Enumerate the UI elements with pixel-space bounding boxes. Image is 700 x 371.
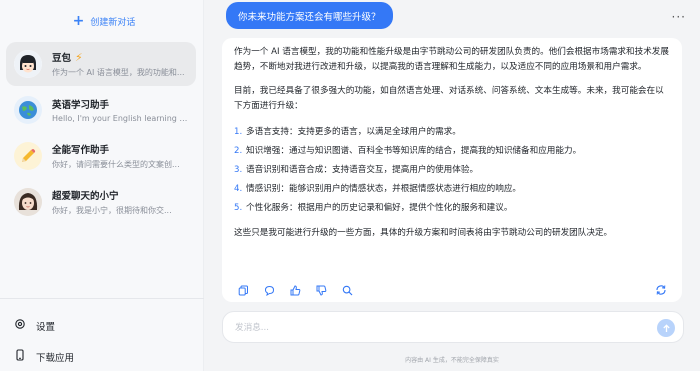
settings-button[interactable]: 设置	[14, 318, 55, 333]
sidebar-item-subtitle: 你好，请问需要什么类型的文案创...	[52, 160, 180, 169]
comment-icon[interactable]	[260, 281, 278, 299]
pencil-icon	[14, 142, 42, 170]
chat-panel: 你未来功能方案还会有哪些升级？ ··· 作为一个 AI 语言模型，我的功能和性能…	[204, 0, 700, 371]
list-number: 2.	[234, 146, 243, 156]
send-button[interactable]	[657, 319, 675, 337]
list-number: 5.	[234, 203, 243, 213]
assistant-answer: 作为一个 AI 语言模型，我的功能和性能升级是由字节跳动公司的研发团队负责的。他…	[222, 38, 682, 302]
thumbs-up-icon[interactable]	[286, 281, 304, 299]
list-item: 3. 语音识别和语音合成：支持语音交互，提高用户的使用体验。	[234, 161, 670, 180]
lightning-icon: ⚡	[75, 50, 83, 64]
copy-icon[interactable]	[234, 281, 252, 299]
sidebar-item-title: 豆包	[52, 53, 72, 64]
thumbs-down-icon[interactable]	[312, 281, 330, 299]
sidebar-item-english-assistant[interactable]: 英语学习助手 Hello, I'm your English learning …	[6, 88, 196, 132]
sidebar-item-doubao[interactable]: 豆包 ⚡ 作为一个 AI 语言模型，我的功能和...	[6, 42, 196, 86]
list-item: 1. 多语言支持：支持更多的语言，以满足全球用户的需求。	[234, 123, 670, 142]
list-text: 情感识别：能够识别用户的情感状态，并根据情感状态进行相应的响应。	[246, 184, 522, 194]
sidebar-item-title: 英语学习助手	[52, 100, 110, 111]
new-chat-button[interactable]: + 创建新对话	[12, 6, 196, 36]
list-item: 4. 情感识别：能够识别用户的情感状态，并根据情感状态进行相应的响应。	[234, 180, 670, 199]
sidebar-item-title: 超爱聊天的小宁	[52, 191, 119, 202]
doubao-avatar	[14, 50, 42, 78]
phone-icon	[14, 349, 26, 364]
xiaoning-avatar	[14, 188, 42, 216]
list-text: 多语言支持：支持更多的语言，以满足全球用户的需求。	[246, 127, 461, 137]
sidebar-item-title: 全能写作助手	[52, 145, 110, 156]
user-message-bubble: 你未来功能方案还会有哪些升级？	[226, 2, 393, 29]
list-number: 3.	[234, 165, 243, 175]
regenerate-icon[interactable]	[652, 281, 670, 299]
answer-closing: 这些只是我可能进行升级的一些方面，具体的升级方案和时间表将由字节跳动公司的研发团…	[234, 228, 613, 238]
sidebar-item-xiaoning[interactable]: 超爱聊天的小宁 你好，我是小宁，很期待和你交...	[6, 180, 196, 224]
gear-icon	[14, 318, 26, 333]
more-options-icon[interactable]: ···	[672, 10, 686, 24]
list-item: 2. 知识增强：通过与知识图谱、百科全书等知识库的结合，提高我的知识储备和应用能力…	[234, 142, 670, 161]
answer-actions	[234, 281, 356, 299]
list-text: 知识增强：通过与知识图谱、百科全书等知识库的结合，提高我的知识储备和应用能力。	[246, 146, 582, 156]
sidebar: + 创建新对话 豆包 ⚡ 作为一个 AI 语言模型，我的功能和... 英语学习助…	[0, 0, 204, 371]
message-input[interactable]	[235, 320, 635, 336]
list-text: 语音识别和语音合成：支持语音交互，提高用户的使用体验。	[246, 165, 479, 175]
download-app-button[interactable]: 下载应用	[14, 349, 74, 364]
answer-paragraph: 目前，我已经具备了很多强大的功能，如自然语言处理、对话系统、问答系统、文本生成等…	[234, 86, 664, 111]
sidebar-divider	[0, 298, 204, 299]
list-number: 4.	[234, 184, 243, 194]
message-input-box	[222, 311, 684, 343]
sidebar-item-writing-assistant[interactable]: 全能写作助手 你好，请问需要什么类型的文案创...	[6, 134, 196, 178]
plus-icon: +	[72, 13, 85, 29]
settings-label: 设置	[36, 321, 56, 333]
new-chat-label: 创建新对话	[90, 17, 136, 28]
sidebar-item-subtitle: Hello, I'm your English learning ass...	[52, 114, 192, 123]
answer-list: 1. 多语言支持：支持更多的语言，以满足全球用户的需求。 2. 知识增强：通过与知识…	[234, 123, 670, 218]
globe-icon	[14, 96, 42, 124]
sidebar-item-subtitle: 你好，我是小宁，很期待和你交...	[52, 206, 172, 215]
search-icon[interactable]	[338, 281, 356, 299]
ai-disclaimer: 内容由 AI 生成，不能完全保障真实	[405, 357, 499, 364]
list-item: 5. 个性化服务：根据用户的历史记录和偏好，提供个性化的服务和建议。	[234, 199, 670, 218]
sidebar-item-subtitle: 作为一个 AI 语言模型，我的功能和...	[52, 68, 185, 77]
list-text: 个性化服务：根据用户的历史记录和偏好，提供个性化的服务和建议。	[246, 203, 513, 213]
download-label: 下载应用	[36, 352, 75, 364]
answer-paragraph: 作为一个 AI 语言模型，我的功能和性能升级是由字节跳动公司的研发团队负责的。他…	[234, 47, 669, 72]
list-number: 1.	[234, 127, 243, 137]
